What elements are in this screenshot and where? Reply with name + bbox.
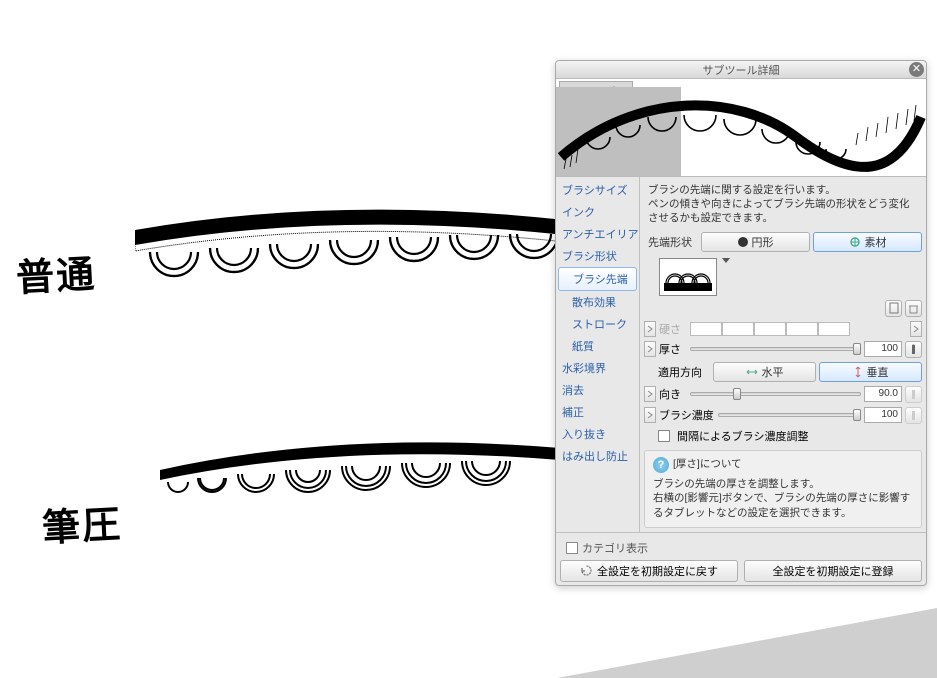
label-pressure: 筆圧 xyxy=(41,493,124,552)
settings-content: ブラシの先端に関する設定を行います。 ペンの傾きや向きによってブラシ先端の形状を… xyxy=(640,177,926,532)
dynamics-icon xyxy=(908,410,919,421)
delete-material-button[interactable] xyxy=(905,300,922,317)
direction-label: 向き xyxy=(659,386,687,402)
help-body-text: ブラシの先端の厚さを調整します。 右横の[影響元]ボタンで、ブラシの先端の厚さに… xyxy=(653,477,913,521)
reset-defaults-button[interactable]: 全設定を初期設定に戻す xyxy=(560,560,738,582)
help-title-text: [厚さ]について xyxy=(673,457,742,472)
page-icon xyxy=(888,302,900,314)
reset-icon xyxy=(580,564,593,577)
thickness-dynamics-button[interactable] xyxy=(905,341,922,358)
expand-density[interactable] xyxy=(644,407,656,423)
trash-icon xyxy=(908,303,919,314)
sidebar-item-overflow[interactable]: はみ出し防止 xyxy=(556,445,639,467)
thickness-label: 厚さ xyxy=(659,341,687,357)
sidebar-item-ink[interactable]: インク xyxy=(556,201,639,223)
direction-slider[interactable] xyxy=(690,387,861,401)
vertical-icon xyxy=(853,366,863,378)
applydir-label: 適用方向 xyxy=(658,364,710,380)
panel-title: サブツール詳細 xyxy=(703,62,780,78)
expand-hardness[interactable] xyxy=(644,321,656,337)
sidebar-item-brushtip[interactable]: ブラシ先端 xyxy=(558,267,637,291)
gap-density-checkbox[interactable] xyxy=(658,430,670,442)
direction-dynamics-button[interactable] xyxy=(905,386,922,403)
lace-stroke-normal xyxy=(135,200,565,310)
register-defaults-button[interactable]: 全設定を初期設定に登録 xyxy=(744,560,922,582)
tipshape-circle-button[interactable]: 円形 xyxy=(701,232,810,252)
hardness-selector[interactable] xyxy=(690,322,907,336)
shadow-decoration xyxy=(557,608,937,678)
density-label: ブラシ濃度 xyxy=(659,407,715,423)
dynamics-icon xyxy=(908,344,919,355)
panel-footer: カテゴリ表示 全設定を初期設定に戻す 全設定を初期設定に登録 xyxy=(556,532,926,585)
sidebar-item-watercolor[interactable]: 水彩境界 xyxy=(556,357,639,379)
category-toggle-checkbox[interactable] xyxy=(566,542,578,554)
dynamics-icon xyxy=(908,389,919,400)
lace-stroke-pressure xyxy=(160,430,560,540)
tip-thumbnail[interactable] xyxy=(659,258,717,296)
titlebar[interactable]: サブツール詳細 ✕ xyxy=(556,61,926,79)
density-dynamics-button[interactable] xyxy=(905,407,922,424)
sidebar-item-correction[interactable]: 補正 xyxy=(556,401,639,423)
tipshape-label: 先端形状 xyxy=(644,234,698,250)
direction-value[interactable]: 90.0 xyxy=(864,386,902,402)
subtool-detail-panel: サブツール詳細 ✕ レースリボン ブラシサイズ インク アンチエイリアス xyxy=(555,60,927,586)
sidebar-item-inout[interactable]: 入り抜き xyxy=(556,423,639,445)
category-sidebar: ブラシサイズ インク アンチエイリアス ブラシ形状 ブラシ先端 散布効果 ストロ… xyxy=(556,177,640,532)
sidebar-item-brushsize[interactable]: ブラシサイズ xyxy=(556,179,639,201)
lace-thumb-icon xyxy=(664,263,712,293)
dropdown-arrow-icon[interactable] xyxy=(722,258,730,263)
thickness-slider[interactable] xyxy=(690,342,861,356)
sidebar-item-erase[interactable]: 消去 xyxy=(556,379,639,401)
category-toggle-label: カテゴリ表示 xyxy=(582,540,648,556)
sidebar-item-texture[interactable]: 紙質 xyxy=(556,335,639,357)
horizontal-icon xyxy=(746,367,758,377)
close-button[interactable]: ✕ xyxy=(909,62,924,77)
material-icon xyxy=(849,236,861,248)
help-box: ? [厚さ]について ブラシの先端の厚さを調整します。 右横の[影響元]ボタンで… xyxy=(644,450,922,528)
preview-stroke xyxy=(556,87,926,177)
circle-icon xyxy=(738,237,748,247)
brush-preview: レースリボン xyxy=(556,79,926,177)
label-normal: 普通 xyxy=(15,243,98,302)
sidebar-item-antialias[interactable]: アンチエイリアス xyxy=(556,223,639,245)
hardness-next[interactable] xyxy=(910,321,922,337)
tipshape-material-button[interactable]: 素材 xyxy=(813,232,922,252)
density-value[interactable]: 100 xyxy=(864,407,902,423)
add-material-button[interactable] xyxy=(885,300,902,317)
sidebar-item-brushshape[interactable]: ブラシ形状 xyxy=(556,245,639,267)
expand-thickness[interactable] xyxy=(644,341,656,357)
hardness-label: 硬さ xyxy=(659,321,687,337)
help-icon: ? xyxy=(653,457,669,473)
sidebar-item-stroke[interactable]: ストローク xyxy=(556,313,639,335)
expand-direction[interactable] xyxy=(644,386,656,402)
sidebar-item-spray[interactable]: 散布効果 xyxy=(556,291,639,313)
description-text: ブラシの先端に関する設定を行います。 ペンの傾きや向きによってブラシ先端の形状を… xyxy=(644,181,922,232)
thickness-value[interactable]: 100 xyxy=(864,341,902,357)
density-slider[interactable] xyxy=(718,408,861,422)
applydir-vertical-button[interactable]: 垂直 xyxy=(819,362,922,382)
gap-density-label: 間隔によるブラシ濃度調整 xyxy=(677,428,808,444)
applydir-horizontal-button[interactable]: 水平 xyxy=(713,362,816,382)
